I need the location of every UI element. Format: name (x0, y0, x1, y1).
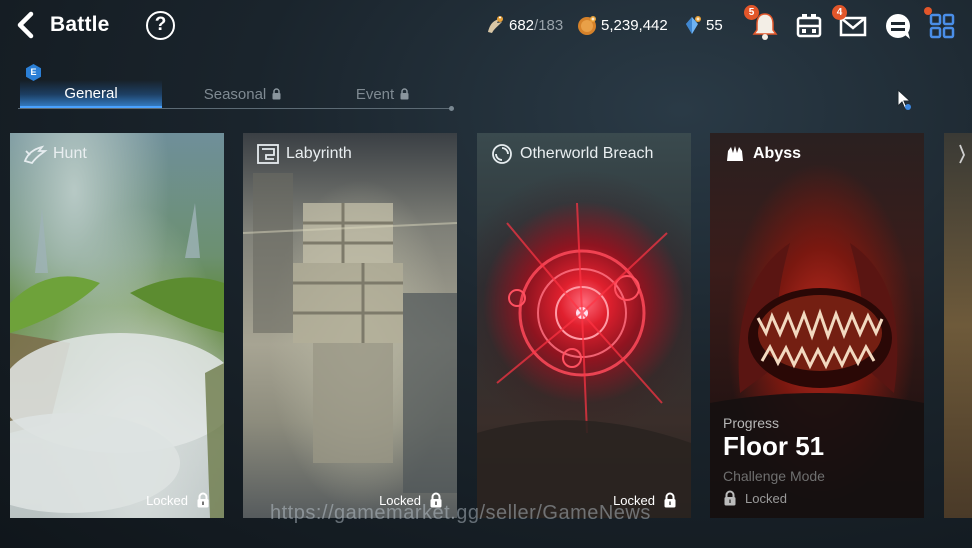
skystone-icon (686, 16, 701, 34)
top-bar: Battle ? 682 /183 5,239,442 55 5 4 (0, 0, 972, 52)
labyrinth-title: Labyrinth (286, 145, 352, 162)
tab-seasonal-label: Seasonal (203, 85, 267, 103)
tab-event-label: Event (355, 85, 395, 103)
labyrinth-card[interactable]: Labyrinth Locked (243, 133, 457, 518)
inventory-icon (796, 14, 822, 38)
portal-swirl-icon (492, 144, 512, 164)
tab-new-badge: E (26, 64, 41, 81)
breach-portal-art (477, 202, 691, 518)
abyss-title: Abyss (753, 145, 802, 162)
labyrinth-card-header: Labyrinth (255, 141, 352, 167)
hunt-card[interactable]: Hunt Locked (10, 133, 224, 518)
watermark-url: https://gamemarket.gg/seller/GameNews (270, 502, 651, 524)
gold-counter[interactable]: 5,239,442 (576, 14, 668, 36)
tab-event[interactable]: Event (318, 80, 448, 108)
tab-seasonal[interactable]: Seasonal (178, 80, 308, 108)
abyss-card[interactable]: Abyss Progress Floor 51 Challenge Mode L… (710, 133, 924, 518)
hunt-card-header: Hunt (22, 141, 87, 167)
labyrinth-maze-art (243, 173, 457, 493)
mouse-cursor-icon (897, 88, 912, 110)
chat-icon (886, 14, 910, 39)
abyss-floor-value: Floor 51 (723, 431, 825, 461)
breach-card-header: Otherworld Breach (489, 141, 653, 167)
lock-icon (664, 492, 676, 508)
otherworld-breach-card[interactable]: Otherworld Breach Locked (477, 133, 691, 518)
tab-general[interactable]: General (20, 80, 162, 108)
lock-icon (197, 492, 209, 508)
inventory-button[interactable] (792, 9, 826, 43)
skystone-counter[interactable]: 55 (681, 14, 723, 36)
category-tabs: E General Seasonal Event (18, 64, 454, 112)
hunt-locked-status: Locked (146, 492, 210, 508)
main-menu-button[interactable] (924, 7, 959, 43)
next-content-card[interactable] (944, 133, 972, 518)
skystone-value: 55 (706, 16, 723, 34)
abyss-locked-status: Locked (723, 490, 825, 506)
stamina-current: 682 (509, 16, 535, 34)
lock-icon (272, 88, 281, 100)
gold-value: 5,239,442 (601, 16, 668, 34)
page-title: Battle (50, 13, 110, 36)
tab-general-label: General (64, 84, 118, 102)
mail-button[interactable]: 4 (832, 5, 870, 43)
notifications-badge: 5 (744, 5, 759, 20)
lock-icon (724, 490, 736, 506)
hunt-landscape-art (10, 203, 224, 518)
menu-notification-dot (924, 7, 932, 15)
help-button[interactable]: ? (146, 11, 175, 40)
maze-icon (257, 144, 279, 164)
chat-button[interactable] (881, 9, 915, 43)
abyss-progress-panel: Progress Floor 51 Challenge Mode Locked (723, 415, 825, 506)
back-arrow-icon[interactable] (12, 10, 42, 40)
abyss-progress-label: Progress (723, 415, 780, 431)
hunt-title: Hunt (53, 145, 87, 162)
breach-title: Otherworld Breach (520, 145, 654, 162)
partial-card-icon (959, 144, 965, 164)
stamina-counter[interactable]: 682 /183 (484, 14, 563, 36)
lock-icon (400, 88, 409, 100)
abyss-locked-label: Locked (745, 490, 787, 506)
mail-badge: 4 (832, 5, 847, 20)
tab-divider (18, 106, 454, 111)
gold-coin-icon (578, 16, 596, 35)
stamina-icon (488, 16, 503, 33)
notifications-button[interactable]: 5 (744, 5, 782, 43)
dragon-icon (23, 145, 48, 165)
hunt-locked-label: Locked (146, 492, 188, 508)
stamina-max: /183 (534, 16, 564, 34)
demon-claw-icon (727, 146, 743, 161)
abyss-card-header: Abyss (722, 141, 801, 167)
abyss-challenge-mode: Challenge Mode (723, 468, 825, 484)
